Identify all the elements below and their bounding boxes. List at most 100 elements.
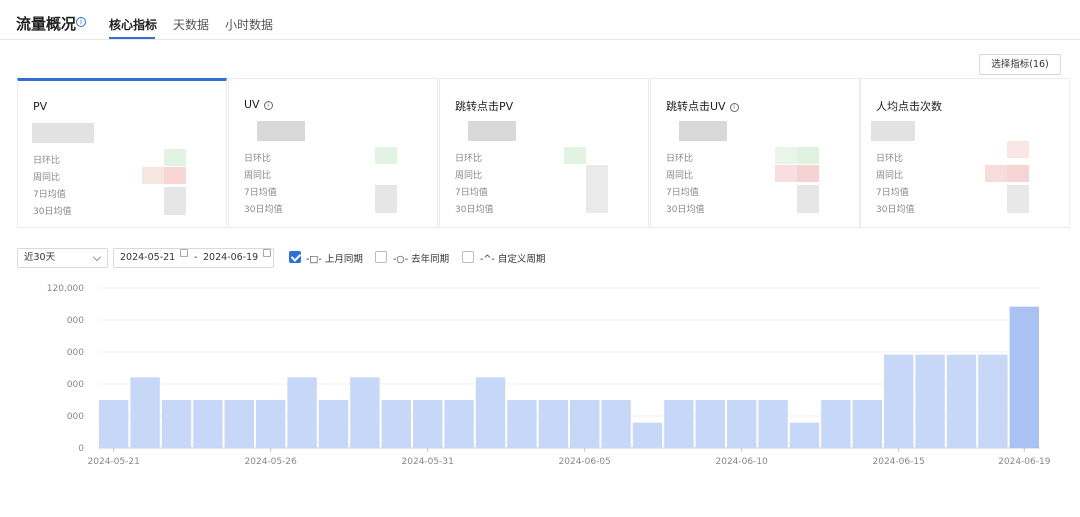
x-tick-label: 2024-06-15 — [873, 457, 925, 467]
chart-bar[interactable] — [224, 400, 254, 448]
chart-bar[interactable] — [821, 400, 851, 448]
info-icon[interactable]: i — [76, 17, 86, 27]
chart-bar[interactable] — [287, 377, 317, 448]
tab-hourly-data[interactable]: 小时数据 — [225, 16, 273, 33]
calendar-icon — [180, 249, 188, 257]
chart-bar[interactable] — [350, 377, 380, 448]
bar-chart-svg: 0000000000000120,0002024-05-21 2024-05-26… — [47, 284, 1051, 467]
calendar-icon — [263, 249, 271, 257]
metric-value-redacted — [797, 165, 819, 182]
x-tick-label: 2024-06-05 — [559, 457, 611, 467]
chart-bar[interactable] — [664, 400, 694, 448]
chart-bar[interactable] — [946, 354, 977, 448]
active-tab-indicator — [109, 37, 155, 39]
metric-value-redacted — [797, 147, 819, 164]
metric-label: 日环比 — [876, 154, 904, 164]
chart-bar[interactable] — [695, 400, 725, 448]
chart-bar[interactable] — [789, 422, 820, 448]
chart-bar[interactable] — [507, 400, 537, 448]
end-date[interactable]: 2024-06-19 — [203, 249, 258, 267]
tab-daily-data[interactable]: 天数据 — [173, 16, 209, 33]
chart-bar[interactable] — [413, 400, 443, 448]
metric-label: 周同比 — [666, 171, 694, 181]
card-title: PV — [33, 100, 48, 113]
date-range-value: 近30天 — [24, 252, 56, 263]
metric-label: 7日均值 — [876, 188, 909, 198]
chart-bar[interactable] — [381, 400, 411, 448]
metric-label: 周同比 — [33, 173, 61, 183]
metric-value-redacted — [164, 149, 186, 166]
metric-value-redacted — [564, 147, 586, 164]
compare-last-year-label[interactable]: -○- 去年同期 — [393, 251, 449, 265]
card-value-redacted — [679, 121, 727, 141]
metric-card-avg-clicks[interactable]: 人均点击次数 日环比 周同比 7日均值 30日均值 — [860, 78, 1070, 228]
metric-label: 7日均值 — [244, 188, 277, 198]
card-title-text: UV — [244, 98, 260, 111]
metric-label: 日环比 — [666, 154, 694, 164]
chart-bar[interactable] — [256, 400, 286, 448]
chart-bar[interactable] — [444, 400, 474, 448]
x-tick-label: 2024-05-26 — [245, 457, 298, 467]
select-metrics-button[interactable]: 选择指标(16) — [979, 54, 1061, 75]
y-tick-label: 0 — [78, 444, 84, 454]
compare-custom-period-checkbox[interactable] — [462, 251, 474, 263]
compare-custom-period-label[interactable]: -^- 自定义周期 — [480, 251, 545, 265]
date-separator: - — [194, 252, 198, 263]
x-tick-label: 2024-06-19 — [998, 457, 1051, 467]
metric-card-pv[interactable]: PV 日环比 周同比 7日均值 30日均值 — [17, 78, 227, 228]
metric-value-redacted — [375, 147, 397, 164]
metric-label: 7日均值 — [455, 188, 488, 198]
card-title: 人均点击次数 — [876, 100, 942, 113]
metric-value-redacted — [164, 167, 186, 184]
traffic-chart: 0 000 000 000 000 120,000 2024-05-21 2024-05-26… — [0, 275, 1080, 475]
metric-value-redacted — [1007, 185, 1029, 213]
y-tick-label: 120,000 — [47, 284, 84, 294]
chart-bar[interactable] — [99, 400, 129, 448]
chart-bar[interactable] — [632, 422, 663, 448]
metric-card-uv[interactable]: UV i 日环比 周同比 7日均值 30日均值 — [228, 78, 438, 228]
compare-last-month-checkbox[interactable] — [289, 251, 301, 263]
metric-label: 30日均值 — [33, 207, 72, 217]
chart-bar[interactable] — [758, 400, 788, 448]
date-range-picker[interactable]: 2024-05-21 - 2024-06-19 — [113, 248, 274, 268]
metric-value-redacted — [985, 165, 1007, 182]
date-range-select[interactable]: 近30天 — [17, 248, 108, 268]
metric-card-jump-click-pv[interactable]: 跳转点击PV 日环比 周同比 7日均值 30日均值 — [439, 78, 649, 228]
metric-value-redacted — [775, 165, 797, 182]
chart-bar[interactable] — [915, 354, 945, 448]
metric-label: 日环比 — [455, 154, 483, 164]
page-title: 流量概况 — [16, 15, 77, 33]
info-icon[interactable]: i — [729, 103, 739, 112]
chart-bar[interactable] — [161, 400, 192, 448]
chart-bar[interactable] — [884, 354, 914, 448]
info-icon[interactable]: i — [263, 101, 273, 110]
chart-bar[interactable] — [978, 354, 1008, 448]
y-tick-label: 000 — [67, 380, 84, 390]
compare-last-month-label[interactable]: -□- 上月同期 — [306, 251, 363, 265]
chart-bar[interactable] — [475, 377, 506, 448]
compare-last-year-checkbox[interactable] — [375, 251, 387, 263]
chart-bar[interactable] — [130, 377, 160, 448]
chart-bar[interactable] — [727, 400, 757, 448]
x-tick-label: 2024-05-31 — [402, 457, 454, 467]
chart-bar[interactable] — [570, 400, 600, 448]
x-tick-label: 2024-05-21 — [88, 457, 140, 467]
chart-bar[interactable] — [601, 400, 631, 448]
start-date[interactable]: 2024-05-21 — [120, 249, 175, 267]
chart-bar[interactable] — [852, 400, 882, 448]
chart-bar[interactable] — [193, 400, 223, 448]
x-tick-label: 2024-06-10 — [716, 457, 769, 467]
metric-label: 30日均值 — [244, 205, 283, 215]
card-title-text: 跳转点击UV — [666, 100, 726, 113]
metric-label: 周同比 — [244, 171, 272, 181]
metric-value-redacted — [1007, 141, 1029, 158]
chart-bar[interactable] — [538, 400, 568, 448]
metric-value-redacted — [142, 167, 164, 184]
metric-card-jump-click-uv[interactable]: 跳转点击UV i 日环比 周同比 7日均值 30日均值 — [650, 78, 860, 228]
metric-value-redacted — [1007, 165, 1029, 182]
metric-label: 30日均值 — [876, 205, 915, 215]
metric-label: 日环比 — [33, 156, 61, 166]
chart-bar[interactable] — [318, 400, 349, 448]
tab-core-metrics[interactable]: 核心指标 — [109, 16, 157, 33]
chart-bar[interactable] — [1009, 306, 1039, 448]
